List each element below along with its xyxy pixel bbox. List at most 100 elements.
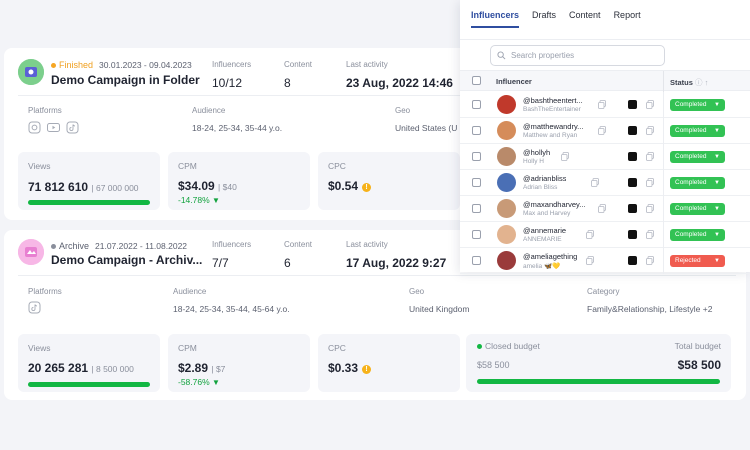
status-dropdown[interactable]: Completed ▼ [670,177,725,189]
copy-icon[interactable] [591,178,599,187]
status-dropdown[interactable]: Completed ▼ [670,203,725,215]
geo-label: Geo [409,287,425,296]
copy-icon[interactable] [646,204,654,213]
tab-drafts[interactable]: Drafts [532,10,556,28]
views-box: Views 20 265 281 | 8 500 000 [18,334,160,392]
cpm-box: CPM $2.89 | $7 -58.76% ▼ [168,334,310,392]
copy-icon[interactable] [598,204,606,213]
influencer-name: Max and Harvey [523,210,571,217]
influencer-handle[interactable]: @ameliagething [523,252,577,261]
row-checkbox[interactable] [472,204,481,213]
sort-icon: ↑ [704,78,709,87]
geo-value: United States (U [395,123,458,133]
influencer-handle[interactable]: @matthewandry... [523,122,583,131]
status-dropdown[interactable]: Completed ▼ [670,99,725,111]
tab-report[interactable]: Report [614,10,641,28]
influencer-handle[interactable]: @annemarie [523,226,566,235]
copy-icon[interactable] [646,256,654,265]
divider [460,39,750,40]
status-dropdown[interactable]: Completed ▼ [670,151,725,163]
chevron-down-icon: ▼ [714,232,720,238]
copy-icon[interactable] [646,230,654,239]
audience-label: Audience [173,287,207,296]
copy-icon[interactable] [646,126,654,135]
column-status[interactable]: Status ⓘ ↑ [670,77,708,88]
campaign-title[interactable]: Demo Campaign in Folder [51,73,200,87]
influencers-metric: Influencers 7/7 [212,240,252,270]
influencer-name: Holly H [523,158,544,165]
cpc-box: CPC $0.54! [318,152,460,210]
divider [18,275,736,276]
divider [663,222,664,248]
column-influencer[interactable]: Influencer [496,77,532,86]
category-label: Category [587,287,620,296]
table-row[interactable]: @matthewandry... Matthew and Ryan Complete… [460,118,750,144]
avatar [497,173,516,192]
campaign-dates: 21.07.2022 - 11.08.2022 [95,241,188,251]
row-checkbox[interactable] [472,256,481,265]
divider [663,71,664,92]
copy-icon[interactable] [646,178,654,187]
views-target: | 8 500 000 [91,364,134,374]
status-dropdown[interactable]: Rejected ▼ [670,255,725,267]
table-row[interactable]: @bashtheentert... BashTheEntertainer Compl… [460,92,750,118]
copy-icon[interactable] [586,256,594,265]
copy-icon[interactable] [598,100,606,109]
instagram-icon [28,121,41,134]
select-all-checkbox[interactable] [472,76,481,85]
row-checkbox[interactable] [472,230,481,239]
row-checkbox[interactable] [472,126,481,135]
campaign-title[interactable]: Demo Campaign - Archiv... [51,253,202,267]
copy-icon[interactable] [561,152,569,161]
status-dropdown[interactable]: Completed ▼ [670,125,725,137]
divider [663,196,664,222]
chevron-down-icon: ▼ [714,206,720,212]
influencer-handle[interactable]: @bashtheentert... [523,96,583,105]
cpc-value: $0.33 [328,361,359,375]
platforms-label: Platforms [28,287,62,296]
content-metric: Content 6 [284,240,313,270]
cpc-box: CPC $0.33! [318,334,460,392]
geo-label: Geo [395,106,411,115]
status-badge: Finished [51,60,93,70]
copy-icon[interactable] [586,230,594,239]
chevron-down-icon: ▼ [714,180,720,186]
content-metric: Content 8 [284,60,313,90]
copy-icon[interactable] [646,152,654,161]
tab-influencers[interactable]: Influencers [471,10,520,28]
closed-budget-label: Closed budget [477,341,540,351]
tiktok-icon [628,204,637,213]
influencer-name: Adrian Bliss [523,184,558,191]
copy-icon[interactable] [646,100,654,109]
table-row[interactable]: @maxandharvey... Max and Harvey Completed ▼ [460,196,750,222]
status-badge: Archive [51,241,89,251]
status-dropdown[interactable]: Completed ▼ [670,229,725,241]
table-row[interactable]: @ameliagething amelia 🦋💛 Rejected ▼ [460,248,750,274]
row-checkbox[interactable] [472,178,481,187]
avatar [497,251,516,270]
info-icon[interactable]: ! [362,365,372,374]
cpm-delta: -58.76% ▼ [178,377,220,387]
views-target: | 67 000 000 [91,183,139,193]
info-icon[interactable]: ! [362,183,372,192]
table-row[interactable]: @hollyh Holly H Completed ▼ [460,144,750,170]
views-progress-bar [28,200,150,205]
tab-content[interactable]: Content [569,10,601,28]
divider [663,248,664,274]
last-activity-metric: Last activity 17 Aug, 2022 9:27 [346,240,447,270]
influencer-handle[interactable]: @hollyh [523,148,550,157]
campaign-status-row: Archive 21.07.2022 - 11.08.2022 [51,241,187,251]
table-row[interactable]: @annemarie ANNEMARIE Completed ▼ [460,222,750,248]
search-input[interactable]: Search properties [490,45,665,66]
influencer-handle[interactable]: @adrianbliss [523,174,566,183]
copy-icon[interactable] [598,126,606,135]
info-icon: ⓘ [695,78,703,87]
cpm-value: $34.09 [178,179,215,193]
influencer-handle[interactable]: @maxandharvey... [523,200,586,209]
row-checkbox[interactable] [472,152,481,161]
row-checkbox[interactable] [472,100,481,109]
table-row[interactable]: @adrianbliss Adrian Bliss Completed ▼ [460,170,750,196]
influencers-metric: Influencers 10/12 [212,60,252,90]
cpm-value: $2.89 [178,361,209,375]
influencer-name: amelia 🦋💛 [523,263,561,270]
